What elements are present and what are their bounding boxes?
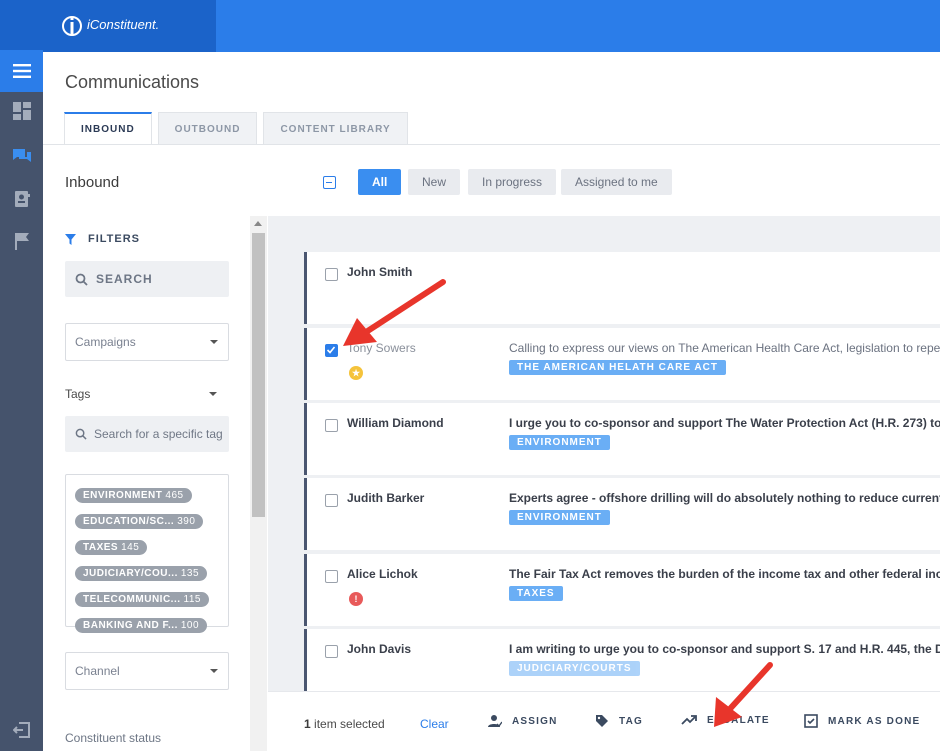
tag-chip[interactable]: EDUCATION/SC... 390	[75, 514, 204, 529]
brand[interactable]: iConstituent.	[43, 0, 216, 52]
tag-chip[interactable]: ENVIRONMENT 465	[75, 488, 192, 503]
logout-icon[interactable]	[0, 709, 43, 751]
tab-bar: INBOUND OUTBOUND CONTENT LIBRARY	[64, 112, 414, 145]
dashboard-icon[interactable]	[0, 90, 43, 132]
filter-assigned-to-me-button[interactable]: Assigned to me	[561, 169, 672, 195]
message-row[interactable]: John Smith	[304, 252, 940, 324]
channel-dropdown[interactable]: Channel	[65, 652, 229, 690]
row-checkbox[interactable]	[325, 494, 338, 507]
page-title: Communications	[65, 72, 200, 92]
clear-selection-link[interactable]: Clear	[420, 717, 449, 731]
chevron-down-icon	[210, 669, 218, 673]
message-preview: Calling to express our views on The Amer…	[509, 341, 940, 355]
message-preview: I am writing to urge you to co-sponsor a…	[509, 642, 940, 656]
tags-toggle[interactable]: Tags	[65, 387, 217, 401]
alert-icon: !	[349, 592, 363, 606]
filter-in-progress-button[interactable]: In progress	[468, 169, 557, 195]
search-icon	[75, 273, 88, 286]
row-checkbox[interactable]	[325, 570, 338, 583]
assign-button[interactable]: ASSIGN	[488, 714, 558, 728]
brand-logo-icon	[62, 16, 82, 36]
escalate-button[interactable]: ESCALATE	[681, 714, 770, 726]
selection-count: 1 item selected	[304, 717, 385, 731]
row-checkbox[interactable]	[325, 268, 338, 281]
sender-name: William Diamond	[347, 416, 444, 430]
menu-icon[interactable]	[0, 50, 43, 92]
message-row[interactable]: Alice Lichok ! The Fair Tax Act removes …	[304, 554, 940, 626]
sender-name: Tony Sowers	[347, 341, 416, 355]
message-row[interactable]: Judith Barker Experts agree - offshore d…	[304, 478, 940, 550]
scroll-up-icon[interactable]	[254, 221, 262, 226]
chevron-down-icon	[210, 340, 218, 344]
tag-button[interactable]: TAG	[595, 714, 643, 728]
message-preview: The Fair Tax Act removes the burden of t…	[509, 567, 940, 581]
sender-name: Alice Lichok	[347, 567, 418, 581]
tag-search-input[interactable]: Search for a specific tag	[65, 416, 229, 452]
assign-user-icon	[488, 715, 502, 728]
sender-name: John Davis	[347, 642, 412, 656]
message-tag[interactable]: ENVIRONMENT	[509, 510, 610, 525]
bulk-action-bar: 1 item selected Clear ASSIGN TAG ESCALAT…	[268, 691, 940, 751]
row-checkbox[interactable]	[325, 645, 338, 658]
sender-name: Judith Barker	[347, 491, 425, 505]
filters-label: FILTERS	[88, 233, 141, 245]
inbound-heading: Inbound	[65, 174, 120, 191]
messages-icon[interactable]	[0, 136, 43, 178]
trending-up-icon	[681, 715, 697, 725]
left-rail	[0, 0, 43, 751]
sender-name: John Smith	[347, 265, 413, 279]
message-row[interactable]: William Diamond I urge you to co-sponsor…	[304, 403, 940, 475]
filters-header: FILTERS	[65, 233, 140, 245]
tab-inbound[interactable]: INBOUND	[64, 112, 152, 145]
brand-name: iConstituent.	[87, 17, 160, 32]
tag-chip[interactable]: JUDICIARY/COU... 135	[75, 566, 208, 581]
message-tag[interactable]: JUDICIARY/COURTS	[509, 661, 640, 676]
row-checkbox[interactable]	[325, 419, 338, 432]
search-icon	[75, 428, 87, 440]
message-tag[interactable]: ENVIRONMENT	[509, 435, 610, 450]
message-preview: I urge you to co-sponsor and support The…	[509, 416, 940, 430]
contacts-icon[interactable]	[0, 178, 43, 220]
sidebar-scroll-thumb[interactable]	[252, 233, 265, 517]
message-row[interactable]: Tony Sowers ★ Calling to express our vie…	[304, 328, 940, 400]
chevron-down-icon	[209, 392, 217, 396]
constituent-status-label: Constituent status	[65, 731, 162, 745]
message-row[interactable]: John Davis I am writing to urge you to c…	[304, 629, 940, 691]
tag-chip[interactable]: TAXES 145	[75, 540, 148, 555]
campaigns-dropdown[interactable]: Campaigns	[65, 323, 229, 361]
star-icon: ★	[349, 366, 363, 380]
filter-all-button[interactable]: All	[358, 169, 402, 195]
message-list: John Smith Tony Sowers ★ Calling to expr…	[268, 216, 940, 691]
mark-as-done-button[interactable]: MARK AS DONE	[804, 714, 920, 728]
tag-list: ENVIRONMENT 465 EDUCATION/SC... 390 TAXES 1…	[65, 474, 229, 633]
select-all-checkbox[interactable]	[323, 176, 336, 189]
done-checkbox-icon	[804, 714, 818, 728]
message-tag[interactable]: THE AMERICAN HELATH CARE ACT	[509, 360, 726, 375]
row-checkbox[interactable]	[325, 344, 338, 357]
message-tag[interactable]: TAXES	[509, 586, 563, 601]
tag-chip[interactable]: TELECOMMUNIC... 115	[75, 592, 209, 607]
tag-icon	[596, 715, 608, 727]
checkmark-icon	[326, 346, 336, 354]
tab-content-library[interactable]: CONTENT LIBRARY	[263, 112, 408, 145]
filter-search-input[interactable]: SEARCH	[65, 261, 229, 297]
flag-icon[interactable]	[0, 220, 43, 262]
filter-new-button[interactable]: New	[408, 169, 461, 195]
search-label: SEARCH	[96, 272, 153, 286]
tab-outbound[interactable]: OUTBOUND	[157, 112, 258, 145]
message-preview: Experts agree - offshore drilling will d…	[509, 491, 940, 505]
tag-chip[interactable]: BANKING AND F... 100	[75, 618, 208, 633]
filter-icon	[65, 233, 76, 245]
